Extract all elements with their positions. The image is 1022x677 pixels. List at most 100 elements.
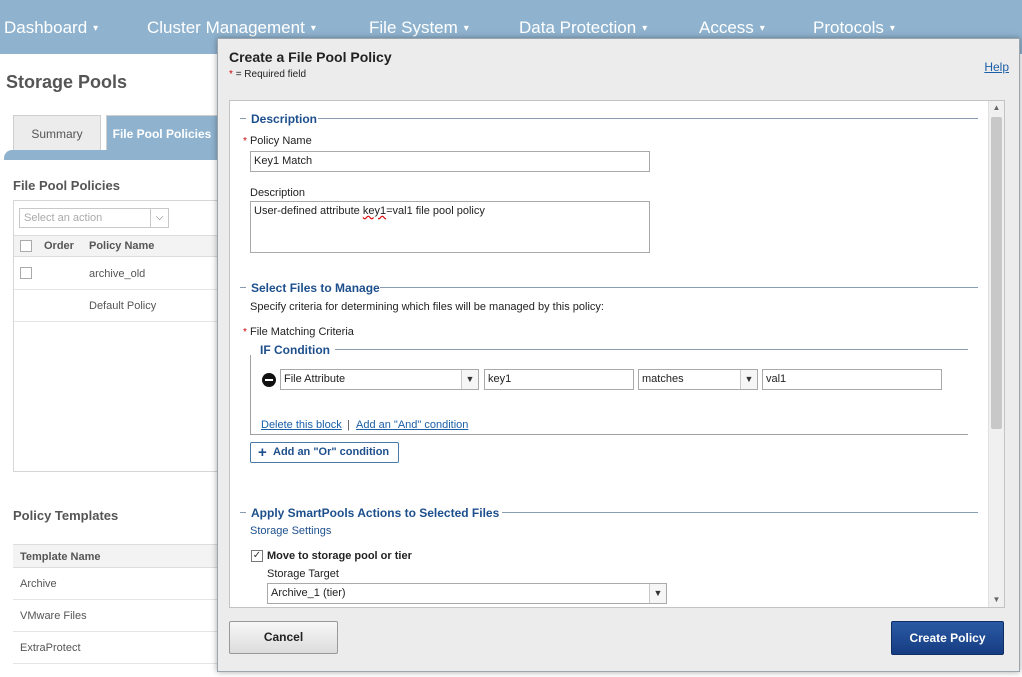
description-text: key1 <box>362 205 387 217</box>
description-text: =val1 file pool policy <box>386 205 485 217</box>
chevron-down-icon: ▾ <box>642 23 648 35</box>
section-dash <box>240 512 246 513</box>
nav-cluster-management-label: Cluster Management <box>147 18 305 37</box>
policy-name-input[interactable]: Key1 Match <box>250 151 650 172</box>
create-policy-button[interactable]: Create Policy <box>891 621 1004 655</box>
action-select-placeholder: Select an action <box>24 212 103 224</box>
scroll-down-icon[interactable]: ▼ <box>989 593 1004 607</box>
nav-file-system[interactable]: File System ▾ <box>369 18 469 38</box>
block-border <box>250 355 251 435</box>
delete-block-link[interactable]: Delete this block <box>261 419 342 431</box>
chevron-down-icon: ⌵ <box>150 209 168 227</box>
dialog-body: Description * Policy Name Key1 Match Des… <box>229 100 1005 608</box>
nav-data-protection-label: Data Protection <box>519 18 637 37</box>
required-star-icon: * <box>229 69 233 80</box>
description-text: User-defined attribute <box>254 205 363 217</box>
move-to-storage-checkbox[interactable]: ✓ <box>251 550 263 562</box>
nav-protocols[interactable]: Protocols ▾ <box>813 18 895 38</box>
table-row[interactable]: ExtraProtect <box>13 632 218 664</box>
section-dash <box>240 287 246 288</box>
templates-heading: Policy Templates <box>13 508 119 523</box>
row-checkbox[interactable] <box>20 267 32 279</box>
section-description: Description <box>240 112 978 126</box>
section-actions: Apply SmartPools Actions to Selected Fil… <box>240 506 978 520</box>
section-rule <box>502 512 978 513</box>
policy-name-label: * Policy Name <box>243 135 312 147</box>
select-files-description: Specify criteria for determining which f… <box>250 301 604 313</box>
add-or-condition-label: Add an "Or" condition <box>273 446 390 458</box>
checkmark-icon: ✓ <box>252 550 262 561</box>
tab-summary[interactable]: Summary <box>13 115 101 151</box>
table-row[interactable]: Archive <box>13 568 218 600</box>
create-policy-dialog: Create a File Pool Policy * = Required f… <box>217 38 1020 672</box>
storage-target-value: Archive_1 (tier) <box>271 587 346 599</box>
column-policy-name: Policy Name <box>89 240 155 252</box>
template-name: ExtraProtect <box>20 642 81 654</box>
policy-name-label-text: Policy Name <box>249 135 312 147</box>
chevron-down-icon: ▾ <box>310 23 316 35</box>
dialog-scrollbar[interactable]: ▲ ▼ <box>988 101 1004 607</box>
criteria-label: * File Matching Criteria <box>243 326 354 338</box>
policies-table-header: Order Policy Name <box>14 235 218 257</box>
nav-dashboard-label: Dashboard <box>4 18 88 37</box>
required-note-text: = Required field <box>235 69 307 80</box>
nav-data-protection[interactable]: Data Protection ▾ <box>519 18 647 38</box>
cancel-button[interactable]: Cancel <box>229 621 338 654</box>
nav-file-system-label: File System <box>369 18 458 37</box>
tab-underline <box>4 150 220 160</box>
table-row[interactable]: VMware Files <box>13 600 218 632</box>
storage-settings-label: Storage Settings <box>250 525 332 537</box>
templates-table-header: Template Name <box>13 544 218 568</box>
help-link[interactable]: Help <box>984 60 1009 74</box>
section-rule <box>318 118 978 119</box>
scroll-thumb[interactable] <box>991 117 1002 429</box>
column-order: Order <box>44 240 74 252</box>
section-title: Description <box>251 112 323 126</box>
nav-access[interactable]: Access ▾ <box>699 18 765 38</box>
action-select[interactable]: Select an action ⌵ <box>19 208 169 228</box>
add-or-condition-button[interactable]: + Add an "Or" condition <box>250 442 399 463</box>
template-name: VMware Files <box>20 610 87 622</box>
nav-dashboard[interactable]: Dashboard ▾ <box>4 18 98 38</box>
tab-file-pool-policies[interactable]: File Pool Policies <box>106 115 218 151</box>
table-row[interactable]: Default Policy <box>14 290 218 322</box>
add-and-condition-link[interactable]: Add an "And" condition <box>356 419 468 431</box>
page-title: Storage Pools <box>6 72 128 92</box>
section-select-files: Select Files to Manage <box>240 281 978 295</box>
policy-name: Default Policy <box>89 300 157 312</box>
policies-heading: File Pool Policies <box>13 178 120 193</box>
attribute-key-input[interactable]: key1 <box>484 369 634 390</box>
required-star-icon: * <box>243 327 247 338</box>
remove-condition-icon[interactable] <box>262 373 276 387</box>
template-name: Archive <box>20 578 57 590</box>
select-all-checkbox[interactable] <box>20 240 32 252</box>
criteria-label-text: File Matching Criteria <box>249 326 354 338</box>
required-note: * = Required field <box>229 69 306 80</box>
section-dash <box>240 118 246 119</box>
description-textarea[interactable]: User-defined attribute key1=val1 file po… <box>250 201 650 253</box>
storage-target-label: Storage Target <box>267 568 339 580</box>
chevron-down-icon: ▼ <box>740 370 757 389</box>
move-to-storage-label: Move to storage pool or tier <box>267 550 412 562</box>
chevron-down-icon: ▾ <box>93 23 99 35</box>
attribute-value-input[interactable]: val1 <box>762 369 942 390</box>
chevron-down-icon: ▾ <box>463 23 469 35</box>
chevron-down-icon: ▼ <box>649 584 666 603</box>
nav-access-label: Access <box>699 18 754 37</box>
nav-cluster-management[interactable]: Cluster Management ▾ <box>147 18 316 38</box>
required-star-icon: * <box>243 136 247 147</box>
attribute-type-value: File Attribute <box>284 373 346 385</box>
description-label: Description <box>250 187 306 199</box>
storage-target-select[interactable]: Archive_1 (tier) ▼ <box>267 583 667 604</box>
scroll-up-icon[interactable]: ▲ <box>989 101 1004 115</box>
chevron-down-icon: ▾ <box>759 23 765 35</box>
attribute-type-select[interactable]: File Attribute ▼ <box>280 369 479 390</box>
operator-select[interactable]: matches ▼ <box>638 369 758 390</box>
policy-name: archive_old <box>89 268 146 280</box>
plus-icon: + <box>258 444 267 461</box>
chevron-down-icon: ▾ <box>889 23 895 35</box>
table-row[interactable]: archive_old <box>14 258 218 290</box>
section-title: Select Files to Manage <box>251 281 385 295</box>
nav-protocols-label: Protocols <box>813 18 884 37</box>
operator-value: matches <box>642 373 684 385</box>
